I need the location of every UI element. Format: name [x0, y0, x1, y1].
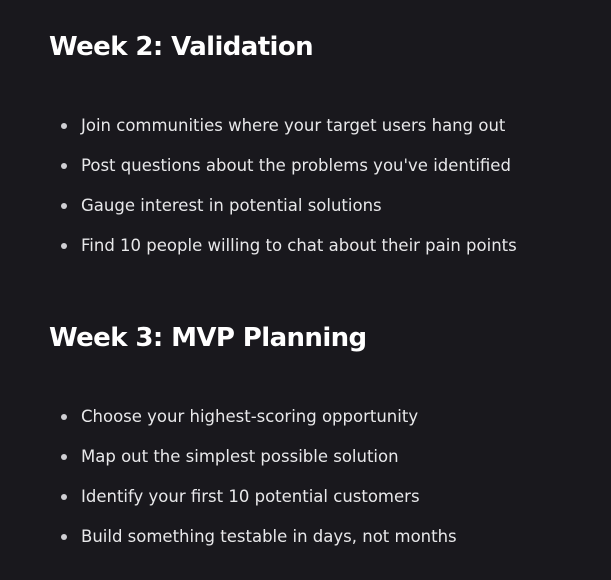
bullet-icon — [61, 163, 67, 169]
list-item-text: Join communities where your target users… — [81, 116, 506, 135]
list-item-text: Build something testable in days, not mo… — [81, 527, 457, 546]
list-item-text: Post questions about the problems you've… — [81, 156, 511, 175]
section-heading-week-3: Week 3: MVP Planning — [49, 323, 367, 353]
list-item-text: Gauge interest in potential solutions — [81, 196, 382, 215]
list-item: Gauge interest in potential solutions — [61, 194, 581, 234]
list-item: Find 10 people willing to chat about the… — [61, 234, 581, 274]
bullet-icon — [61, 414, 67, 420]
week-2-task-list: Join communities where your target users… — [61, 114, 581, 274]
bullet-icon — [61, 123, 67, 129]
section-heading-week-2: Week 2: Validation — [49, 32, 314, 62]
list-item-text: Identify your first 10 potential custome… — [81, 487, 420, 506]
bullet-icon — [61, 534, 67, 540]
list-item-text: Map out the simplest possible solution — [81, 447, 399, 466]
list-item: Build something testable in days, not mo… — [61, 525, 581, 565]
list-item: Post questions about the problems you've… — [61, 154, 581, 194]
list-item-text: Find 10 people willing to chat about the… — [81, 236, 517, 255]
bullet-icon — [61, 494, 67, 500]
list-item: Join communities where your target users… — [61, 114, 581, 154]
list-item: Choose your highest-scoring opportunity — [61, 405, 581, 445]
list-item: Identify your first 10 potential custome… — [61, 485, 581, 525]
bullet-icon — [61, 243, 67, 249]
week-3-task-list: Choose your highest-scoring opportunity … — [61, 405, 581, 565]
bullet-icon — [61, 454, 67, 460]
bullet-icon — [61, 203, 67, 209]
list-item-text: Choose your highest-scoring opportunity — [81, 407, 419, 426]
list-item: Map out the simplest possible solution — [61, 445, 581, 485]
